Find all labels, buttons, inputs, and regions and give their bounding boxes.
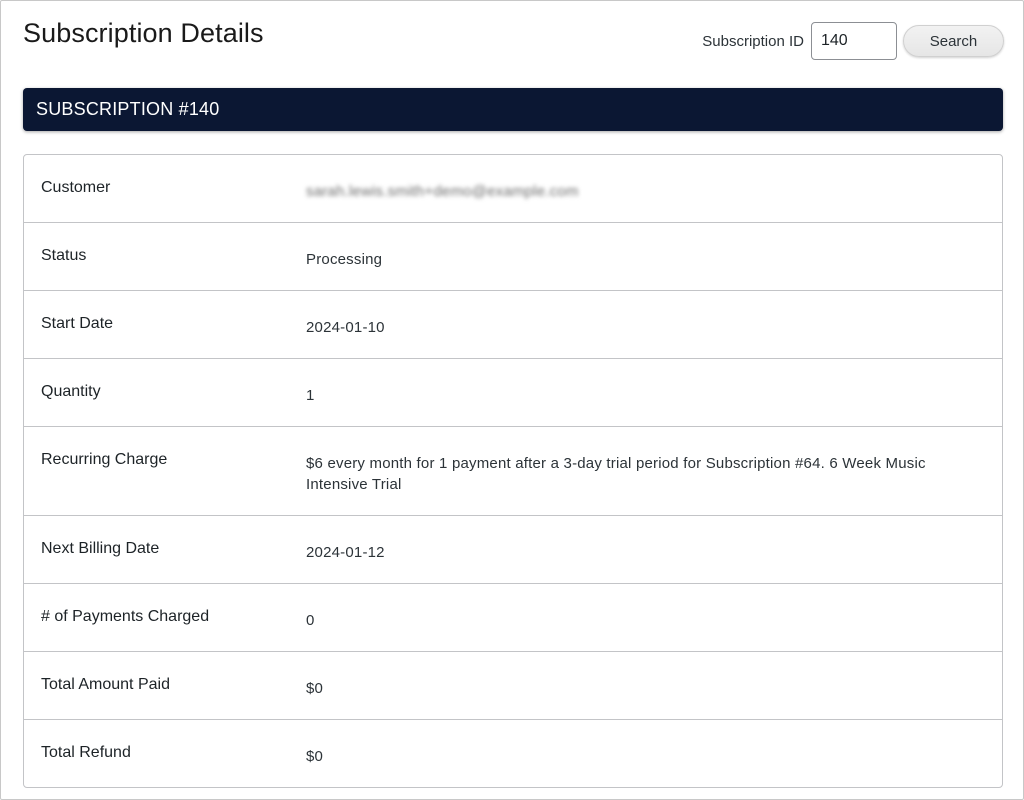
detail-label: Customer [41,179,111,196]
start-date-value: 2024-01-10 [306,319,385,336]
detail-label: Status [41,247,87,264]
search-button[interactable]: Search [903,25,1004,57]
next-billing-date-value: 2024-01-12 [306,544,385,561]
detail-label: Start Date [41,315,114,332]
detail-row-start-date: Start Date 2024-01-10 [24,291,1002,359]
payments-charged-value: 0 [306,612,315,629]
detail-label: Quantity [41,383,101,400]
detail-row-total-amount-paid: Total Amount Paid $0 [24,652,1002,720]
detail-row-recurring-charge: Recurring Charge $6 every month for 1 pa… [24,427,1002,516]
quantity-value: 1 [306,387,315,404]
detail-label: Next Billing Date [41,540,160,557]
subscription-details-table: Customer sarah.lewis.smith+demo@example.… [23,154,1003,788]
subscription-id-input[interactable] [811,22,897,60]
detail-row-payments-charged: # of Payments Charged 0 [24,584,1002,652]
total-amount-paid-value: $0 [306,680,324,697]
detail-row-total-refund: Total Refund $0 [24,720,1002,787]
status-value: Processing [306,251,383,268]
detail-label: Recurring Charge [41,451,168,468]
detail-label: Total Refund [41,744,131,761]
detail-row-next-billing-date: Next Billing Date 2024-01-12 [24,516,1002,584]
detail-row-quantity: Quantity 1 [24,359,1002,427]
detail-label: # of Payments Charged [41,608,210,625]
detail-row-status: Status Processing [24,223,1002,291]
subscription-header: SUBSCRIPTION #140 [23,88,1003,131]
total-refund-value: $0 [306,748,324,765]
recurring-charge-value: $6 every month for 1 payment after a 3-d… [306,455,926,493]
detail-label: Total Amount Paid [41,676,170,693]
subscription-search: Subscription ID Search [702,22,1004,60]
detail-row-customer: Customer sarah.lewis.smith+demo@example.… [24,155,1002,223]
page-title: Subscription Details [23,18,264,48]
customer-email-value: sarah.lewis.smith+demo@example.com [306,183,579,200]
subscription-id-label: Subscription ID [702,32,804,50]
